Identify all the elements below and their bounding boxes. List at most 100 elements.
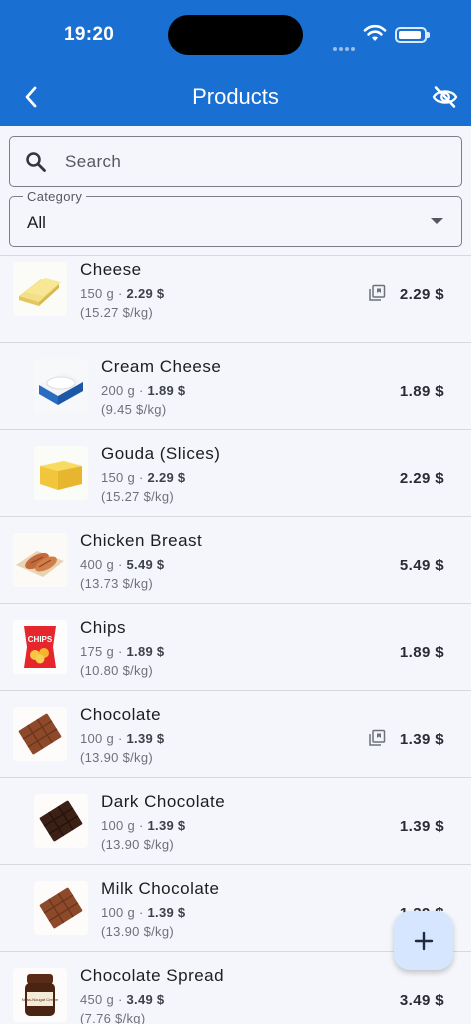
product-row[interactable]: Cheese 150 g · 2.29 $ (15.27 $/kg) 2.29 $ (0, 256, 471, 343)
plus-icon (414, 931, 433, 950)
product-quantity: 100 g (80, 731, 115, 746)
product-quantity-price: 100 g · 1.39 $ (80, 731, 164, 746)
product-row[interactable]: Chicken Breast 400 g · 5.49 $ (13.73 $/kg)… (0, 517, 471, 604)
product-price-per-kg: (9.45 $/kg) (101, 402, 167, 417)
product-unit-price: 2.29 $ (147, 470, 186, 485)
product-name: Cream Cheese (101, 357, 222, 376)
product-quantity-price: 200 g · 1.89 $ (101, 383, 185, 398)
category-value: All (27, 213, 46, 232)
product-price: 5.49 $ (399, 557, 444, 574)
product-name: Cheese (80, 260, 142, 279)
category-label: Category (23, 189, 87, 204)
add-product-button[interactable] (394, 911, 453, 970)
product-unit-price: 2.29 $ (126, 286, 165, 301)
product-price: 1.89 $ (399, 644, 444, 661)
product-quantity: 150 g (101, 470, 136, 485)
product-row[interactable]: Cream Cheese 200 g · 1.89 $ (9.45 $/kg) 1.8… (0, 343, 471, 430)
product-image (34, 881, 88, 935)
product-price-per-kg: (15.27 $/kg) (101, 489, 174, 504)
product-unit-price: 1.39 $ (147, 905, 186, 920)
separator: · (135, 470, 148, 485)
search-icon (26, 152, 46, 172)
product-image (34, 359, 88, 413)
product-name: Milk Chocolate (101, 879, 220, 898)
separator: · (114, 644, 127, 659)
product-quantity-price: 100 g · 1.39 $ (101, 905, 185, 920)
product-name: Chips (80, 618, 126, 637)
product-price-per-kg: (10.80 $/kg) (80, 663, 153, 678)
status-time: 19:20 (64, 24, 115, 45)
product-unit-price: 1.39 $ (126, 731, 165, 746)
product-price: 1.39 $ (399, 818, 444, 835)
product-quantity: 150 g (80, 286, 115, 301)
product-quantity: 100 g (101, 818, 136, 833)
product-quantity: 400 g (80, 557, 115, 572)
product-price-per-kg: (13.73 $/kg) (80, 576, 153, 591)
separator: · (135, 383, 148, 398)
category-select[interactable]: Category All (9, 189, 462, 247)
product-name: Chocolate (80, 705, 162, 724)
product-image: Nuss-Nougat Creme (13, 968, 67, 1022)
toggle-visibility-button[interactable] (428, 82, 462, 112)
product-price-per-kg: (7.76 $/kg) (80, 1011, 146, 1024)
product-unit-price: 1.39 $ (147, 818, 186, 833)
svg-text:Nuss-Nougat Creme: Nuss-Nougat Creme (22, 997, 59, 1002)
product-quantity: 200 g (101, 383, 136, 398)
separator: · (114, 992, 127, 1007)
product-price-per-kg: (13.90 $/kg) (101, 924, 174, 939)
product-unit-price: 3.49 $ (126, 992, 165, 1007)
svg-text:CHIPS: CHIPS (28, 635, 53, 644)
separator: · (135, 905, 148, 920)
product-name: Dark Chocolate (101, 792, 226, 811)
product-row[interactable]: Dark Chocolate 100 g · 1.39 $ (13.90 $/kg)… (0, 778, 471, 865)
product-price: 2.29 $ (399, 470, 444, 487)
wifi-icon (363, 24, 387, 41)
product-price-per-kg: (13.90 $/kg) (101, 837, 174, 852)
product-row[interactable]: Chocolate 100 g · 1.39 $ (13.90 $/kg) 1.39 … (0, 691, 471, 778)
variants-stack-icon (368, 284, 386, 307)
product-name: Gouda (Slices) (101, 444, 221, 463)
page-title: Products (192, 84, 279, 109)
separator: · (114, 286, 127, 301)
product-image (34, 446, 88, 500)
product-unit-price: 5.49 $ (126, 557, 165, 572)
product-row[interactable]: CHIPS Chips 175 g · 1.89 $ (10.80 $/kg) 1.89… (0, 604, 471, 691)
product-unit-price: 1.89 $ (126, 644, 165, 659)
product-unit-price: 1.89 $ (147, 383, 186, 398)
product-image: CHIPS (13, 620, 67, 674)
search-input[interactable] (65, 149, 435, 175)
product-quantity: 175 g (80, 644, 115, 659)
product-price-per-kg: (15.27 $/kg) (80, 305, 153, 320)
product-quantity-price: 150 g · 2.29 $ (101, 470, 185, 485)
product-price: 3.49 $ (399, 992, 444, 1009)
product-quantity-price: 175 g · 1.89 $ (80, 644, 164, 659)
product-price: 1.89 $ (399, 383, 444, 400)
product-quantity-price: 100 g · 1.39 $ (101, 818, 185, 833)
variants-stack-icon (368, 729, 386, 752)
search-field[interactable] (9, 136, 462, 187)
status-bar: 19:20 (0, 0, 471, 68)
product-name: Chicken Breast (80, 531, 203, 550)
product-quantity: 450 g (80, 992, 115, 1007)
product-list: Cheese 150 g · 2.29 $ (15.27 $/kg) 2.29 $ Cr… (0, 255, 471, 1024)
battery-icon (395, 27, 430, 43)
app-bar: 19:20 Products (0, 0, 471, 126)
separator: · (114, 731, 127, 746)
dropdown-arrow-icon (431, 218, 443, 224)
product-image (34, 794, 88, 848)
cellular-signal-icon (333, 38, 357, 56)
product-quantity-price: 450 g · 3.49 $ (80, 992, 164, 1007)
dynamic-island (168, 15, 303, 55)
product-price: 2.29 $ (399, 286, 444, 303)
battery-level (399, 31, 421, 39)
eye-off-icon (432, 86, 458, 108)
product-quantity: 100 g (101, 905, 136, 920)
product-price-per-kg: (13.90 $/kg) (80, 750, 153, 765)
separator: · (114, 557, 127, 572)
product-quantity-price: 400 g · 5.49 $ (80, 557, 164, 572)
product-quantity-price: 150 g · 2.29 $ (80, 286, 164, 301)
product-name: Chocolate Spread (80, 966, 225, 985)
product-price: 1.39 $ (399, 731, 444, 748)
product-row[interactable]: Gouda (Slices) 150 g · 2.29 $ (15.27 $/kg)… (0, 430, 471, 517)
product-image (13, 533, 67, 587)
